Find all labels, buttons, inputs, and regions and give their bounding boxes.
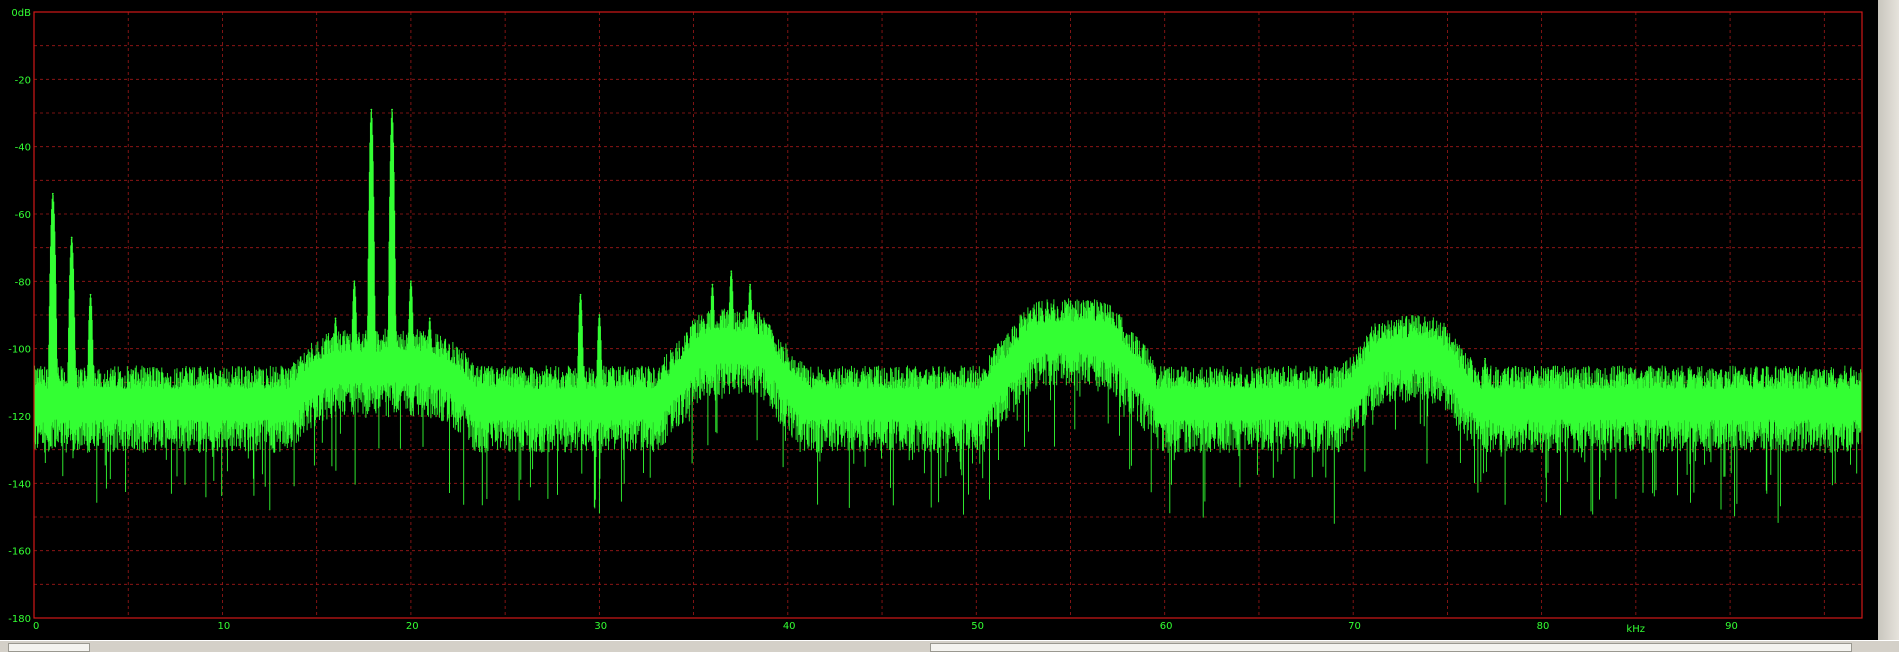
spectrum-peak — [749, 283, 752, 286]
y-tick-label: 0dB — [11, 8, 31, 19]
spectrum-peak — [1389, 344, 1392, 347]
y-tick-label: -80 — [15, 277, 31, 288]
spectrum-peak — [768, 324, 770, 326]
x-tick-label: 50 — [971, 621, 984, 632]
spectrum-peak — [1408, 341, 1411, 343]
x-tick-label: 70 — [1348, 621, 1361, 632]
y-tick-label: -100 — [8, 345, 31, 356]
spectrum-peak — [1107, 320, 1110, 323]
spectrum-peak — [1088, 307, 1091, 310]
spectrum-peak — [89, 293, 92, 296]
x-tick-label: 20 — [406, 621, 419, 632]
spectrum-peak — [1503, 371, 1505, 374]
x-tick-label: 10 — [217, 621, 230, 632]
y-tick-label: -160 — [8, 547, 31, 558]
spectrum-peak — [1050, 307, 1053, 310]
x-tick-label: 0 — [33, 621, 39, 632]
spectrum-peak — [1031, 320, 1034, 323]
x-tick-label: 90 — [1725, 621, 1738, 632]
spectrum-peak — [598, 314, 601, 316]
spectrum-peak — [692, 324, 695, 326]
status-bar — [0, 640, 1899, 652]
spectrum-chart: 0 10 20 30 40 50 60 70 80 90 0dB -20 -40 -60 -80 -100 -1… — [0, 0, 1878, 640]
x-axis-unit: kHz — [1626, 624, 1645, 635]
y-tick-label: -40 — [15, 143, 31, 154]
spectrum-peak — [428, 317, 431, 320]
spectrum-window: 0 10 20 30 40 50 60 70 80 90 0dB -20 -40 -60 -80 -100 -1… — [0, 0, 1878, 640]
x-tick-label: 60 — [1160, 621, 1173, 632]
spectrum-peak — [730, 270, 733, 273]
spectrum-peak — [391, 108, 393, 111]
x-tick-label: 80 — [1537, 621, 1550, 632]
spectrum-peak — [334, 317, 337, 320]
spectrum-peak — [370, 108, 373, 111]
spectrum-peak — [1427, 344, 1430, 347]
x-tick-label: 30 — [594, 621, 607, 632]
spectrum-peak — [51, 192, 54, 195]
y-tick-label: -140 — [8, 479, 31, 490]
plot-background — [0, 0, 1878, 640]
spectrum-peak — [410, 280, 412, 283]
window-edge — [1878, 0, 1899, 651]
y-tick-label: -120 — [8, 412, 31, 423]
spectrum-peak — [70, 236, 73, 239]
spectrum-peak — [711, 283, 714, 286]
y-tick-label: -20 — [15, 75, 31, 86]
spectrum-peak — [353, 280, 356, 283]
y-tick-label: -60 — [15, 210, 31, 221]
spectrum-peak — [1069, 300, 1072, 303]
spectrum-peak — [1484, 357, 1486, 360]
spectrum-peak — [579, 293, 582, 296]
y-tick-label: -180 — [8, 614, 31, 625]
x-tick-label: 40 — [783, 621, 796, 632]
